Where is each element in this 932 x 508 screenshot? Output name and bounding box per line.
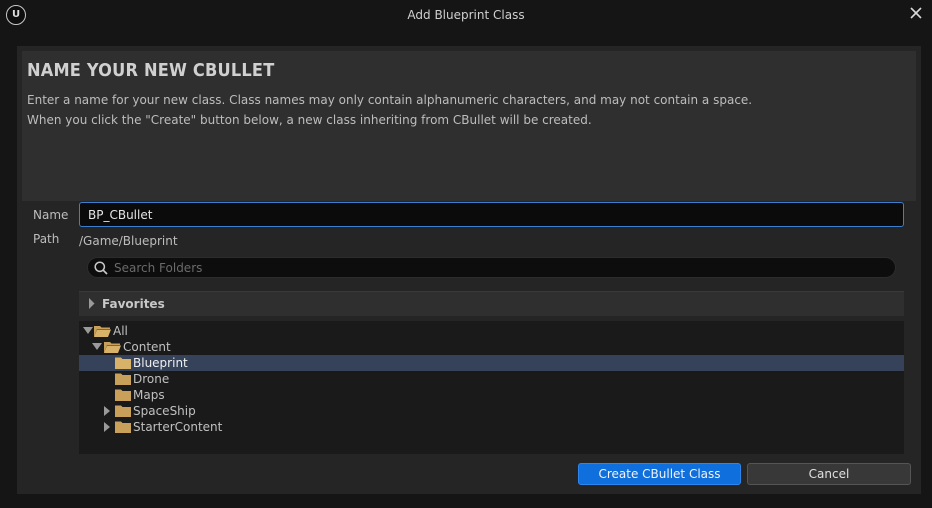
folder-icon — [115, 373, 131, 385]
description-line-2: When you click the "Create" button below… — [27, 113, 592, 127]
chevron-right-icon[interactable] — [104, 406, 111, 416]
tree-item-label: Content — [123, 340, 171, 354]
tree-item-label: Maps — [133, 388, 165, 402]
favorites-section[interactable]: Favorites — [79, 291, 904, 316]
chevron-right-icon — [89, 298, 95, 309]
tree-item-label: SpaceShip — [133, 404, 196, 418]
dialog-header: NAME YOUR NEW CBULLET Enter a name for y… — [22, 51, 916, 201]
description-line-1: Enter a name for your new class. Class n… — [27, 93, 753, 107]
folder-icon — [115, 357, 131, 369]
chevron-down-icon[interactable] — [83, 327, 93, 335]
tree-item-content[interactable]: Content — [79, 339, 904, 355]
folder-icon — [115, 421, 131, 433]
tree-item-spaceship[interactable]: SpaceShip — [79, 403, 904, 419]
close-button[interactable] — [906, 3, 926, 23]
name-input[interactable] — [79, 202, 904, 227]
name-label: Name — [33, 208, 69, 222]
folder-icon — [115, 389, 131, 401]
tree-item-label: All — [113, 324, 128, 338]
tree-item-maps[interactable]: Maps — [79, 387, 904, 403]
cancel-button[interactable]: Cancel — [747, 463, 911, 485]
search-folders-box[interactable] — [87, 257, 896, 278]
window-title: Add Blueprint Class — [407, 8, 525, 22]
close-icon — [910, 7, 922, 19]
create-class-button[interactable]: Create CBullet Class — [578, 463, 741, 485]
chevron-right-icon[interactable] — [104, 422, 111, 432]
tree-item-label: StarterContent — [133, 420, 223, 434]
search-icon — [94, 261, 108, 275]
tree-item-label: Drone — [133, 372, 170, 386]
chevron-down-icon[interactable] — [92, 343, 102, 351]
path-value: /Game/Blueprint — [79, 234, 178, 248]
dialog-heading: NAME YOUR NEW CBULLET — [27, 60, 275, 81]
tree-item-label: Blueprint — [133, 356, 188, 370]
title-bar: U Add Blueprint Class — [0, 0, 932, 32]
favorites-label: Favorites — [102, 297, 165, 311]
path-label: Path — [33, 232, 60, 246]
search-folders-input[interactable] — [114, 259, 874, 276]
tree-item-all[interactable]: All — [79, 323, 904, 339]
tree-item-startercontent[interactable]: StarterContent — [79, 419, 904, 435]
tree-item-drone[interactable]: Drone — [79, 371, 904, 387]
folder-open-icon — [94, 326, 111, 337]
folder-open-icon — [104, 342, 121, 353]
tree-item-blueprint[interactable]: Blueprint — [79, 355, 904, 371]
folder-tree: All Content Blueprint Drone Maps SpaceSh — [79, 321, 904, 454]
folder-icon — [115, 405, 131, 417]
